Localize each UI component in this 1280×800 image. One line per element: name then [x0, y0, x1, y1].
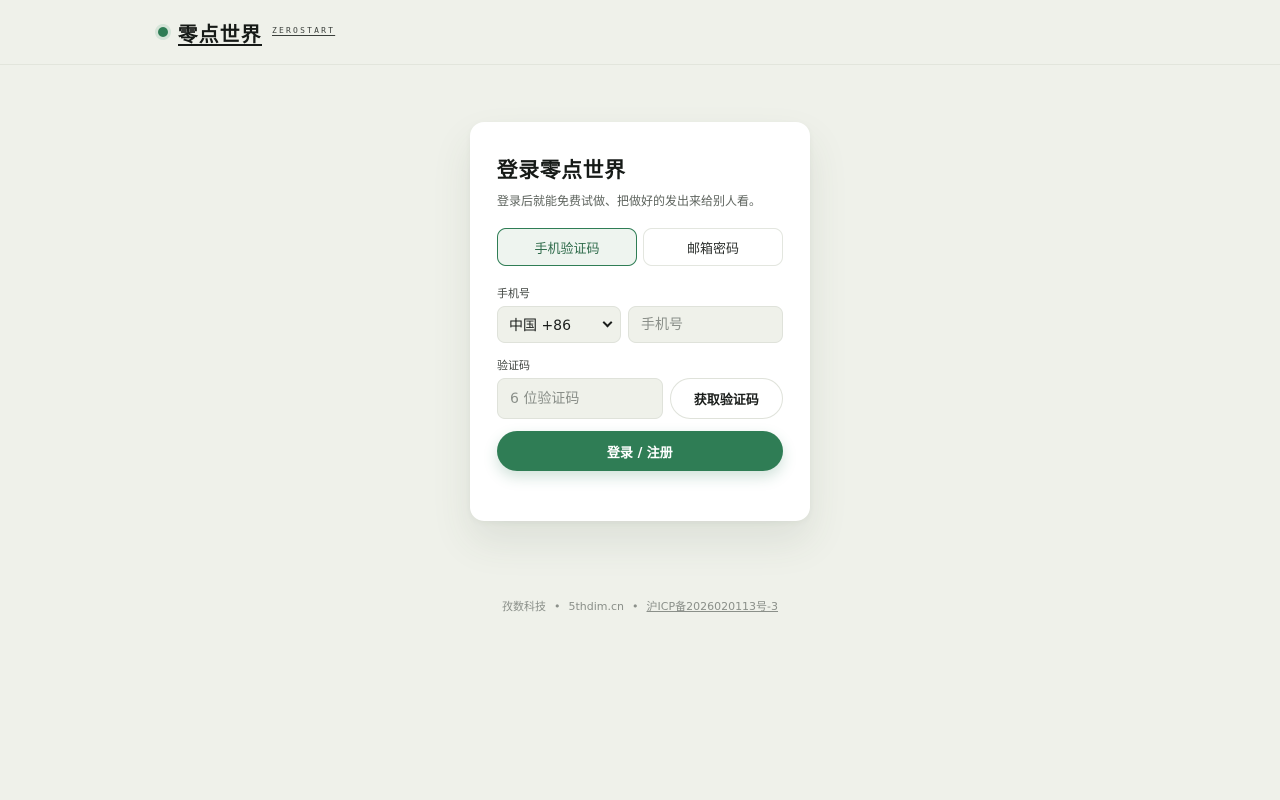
chevron-down-icon: [602, 317, 613, 328]
login-subtitle: 登录后就能免费试做、把做好的发出来给别人看。: [497, 194, 762, 208]
login-title: 登录零点世界: [497, 157, 626, 182]
brand-name[interactable]: 零点世界: [178, 18, 262, 47]
country-code-value: 中国 +86: [509, 317, 571, 334]
login-card: 登录零点世界 登录后就能免费试做、把做好的发出来给别人看。 手机验证码 邮箱密码…: [470, 122, 810, 521]
top-bar: 零点世界 ZEROSTART: [0, 0, 1280, 65]
footer-separator: •: [553, 599, 561, 613]
phone-label: 手机号: [497, 287, 530, 300]
tab-email-password[interactable]: 邮箱密码: [643, 228, 783, 266]
footer-domain: 5thdim.cn: [568, 599, 625, 613]
tab-phone-code[interactable]: 手机验证码: [497, 228, 637, 266]
footer-company: 孜数科技: [501, 600, 546, 613]
footer: 孜数科技 • 5thdim.cn • 沪ICP备2026020113号-3: [0, 598, 1280, 614]
brand-subtitle: ZEROSTART: [272, 25, 336, 35]
verification-code-input[interactable]: [497, 378, 663, 419]
footer-icp-link[interactable]: 沪ICP备2026020113号-3: [647, 598, 779, 614]
footer-separator: •: [632, 599, 639, 613]
brand-dot-icon: [155, 24, 171, 40]
phone-input[interactable]: [628, 306, 783, 343]
country-code-select[interactable]: 中国 +86: [497, 306, 621, 343]
login-register-button[interactable]: 登录 / 注册: [497, 431, 783, 471]
brand-logo[interactable]: 零点世界 ZEROSTART: [155, 18, 336, 47]
code-label: 验证码: [497, 359, 530, 372]
get-code-button[interactable]: 获取验证码: [670, 378, 783, 419]
